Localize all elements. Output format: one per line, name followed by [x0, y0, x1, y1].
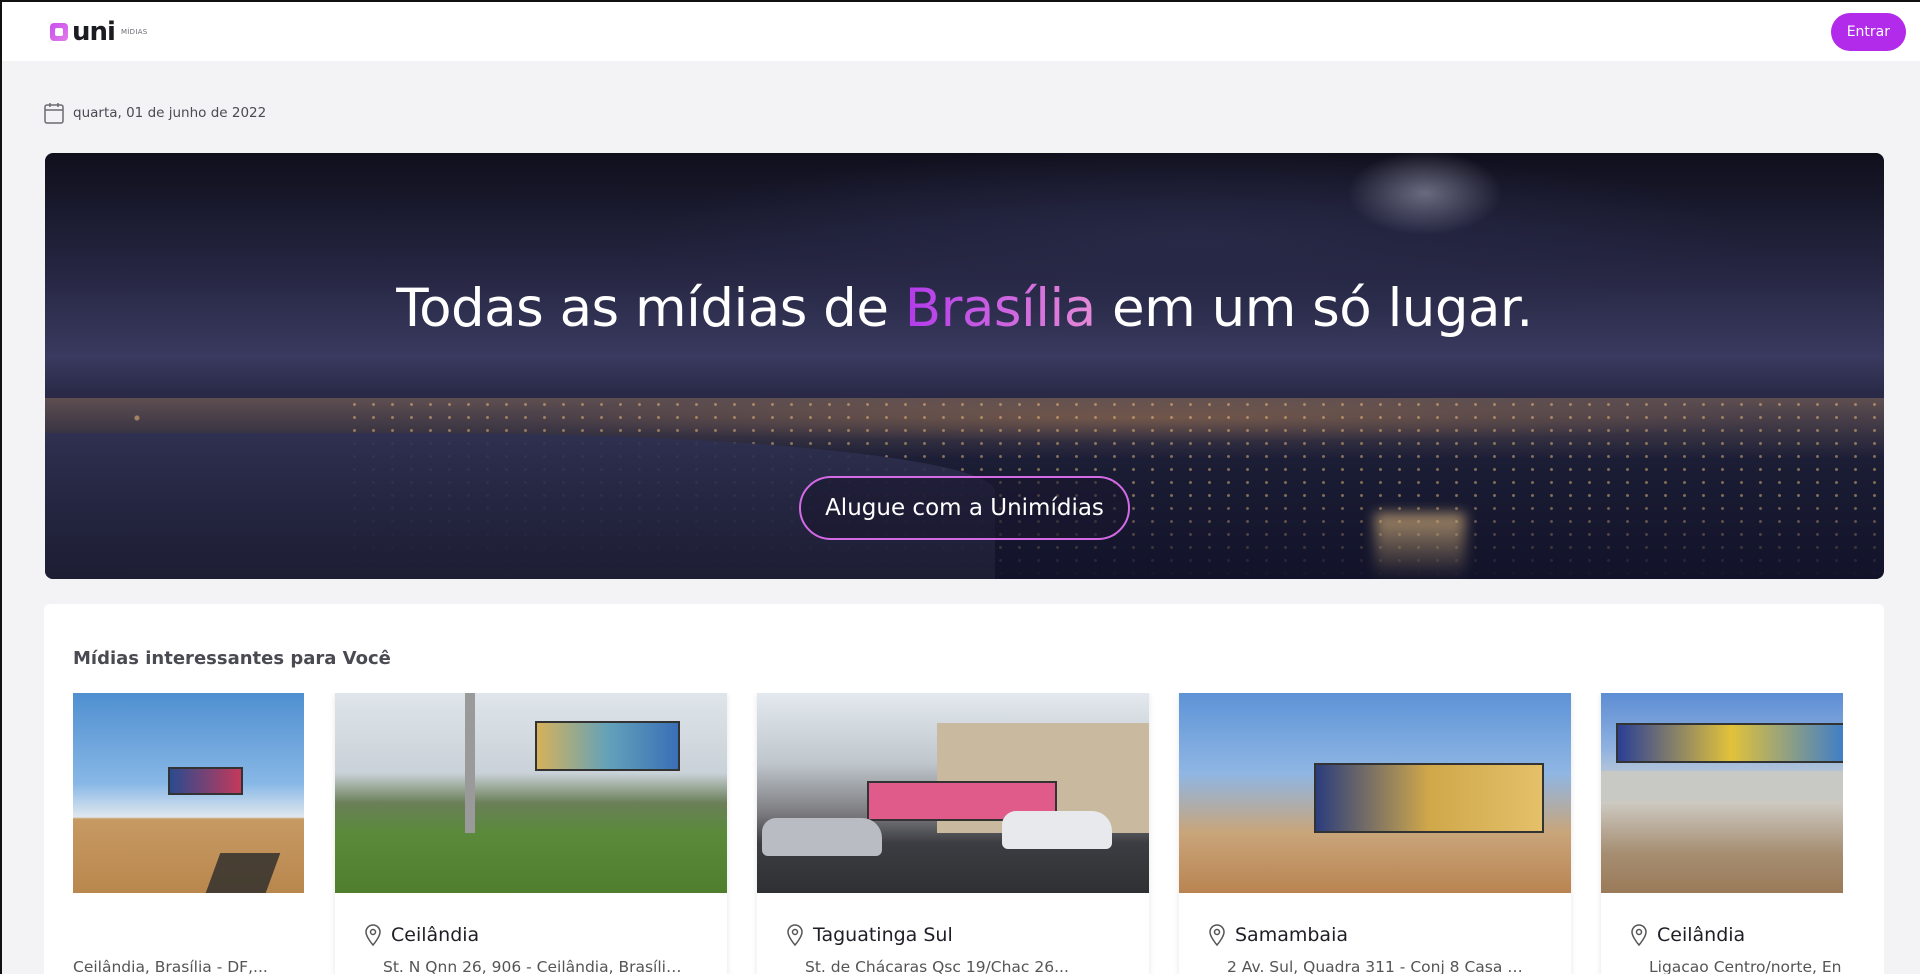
rent-cta-button[interactable]: Alugue com a Unimídias [799, 476, 1130, 540]
map-pin-icon [365, 924, 381, 946]
shadow-shape [205, 853, 281, 893]
media-address: St. N Qnn 26, 906 - Ceilândia, Brasília … [383, 958, 683, 974]
hero-title: Todas as mídias de Brasília em um só lug… [45, 278, 1884, 339]
media-photo [1601, 693, 1843, 893]
media-photo [757, 693, 1149, 893]
billboard-image [535, 721, 680, 771]
logo[interactable]: uni MÍDIAS [50, 19, 148, 45]
logo-text: uni [72, 16, 116, 47]
date-text: quarta, 01 de junho de 2022 [73, 105, 267, 121]
login-button[interactable]: Entrar [1830, 12, 1906, 51]
car [762, 818, 882, 856]
logo-mark-icon [50, 22, 68, 41]
map-pin-icon [1631, 924, 1647, 946]
billboard-image [1314, 763, 1544, 833]
billboard-image [168, 767, 243, 795]
wall [1601, 771, 1843, 801]
calendar-icon [44, 103, 64, 124]
media-city: Samambaia [1235, 924, 1348, 946]
car [1002, 811, 1112, 849]
media-card[interactable]: Samambaia 2 Av. Sul, Quadra 311 - Conj 8… [1179, 693, 1571, 974]
map-pin-icon [1209, 924, 1225, 946]
media-address: St. de Chácaras Qsc 19/Chac 26... [805, 958, 1069, 974]
hero-title-accent: Brasília [904, 278, 1096, 339]
media-photo [73, 693, 304, 893]
hero-title-start: Todas as mídias de [396, 278, 905, 339]
media-city: Ceilândia [391, 924, 480, 946]
section-title: Mídias interessantes para Você [73, 648, 391, 669]
map-pin-icon [787, 924, 803, 946]
media-address: 2 Av. Sul, Quadra 311 - Conj 8 Casa 28..… [1227, 958, 1527, 974]
hero-banner: Todas as mídias de Brasília em um só lug… [45, 153, 1884, 579]
current-date: quarta, 01 de junho de 2022 [44, 102, 266, 124]
media-card[interactable]: Ceilândia, Brasília - DF,... [73, 693, 304, 974]
media-location: Ceilândia [363, 924, 479, 946]
media-photo [1179, 693, 1571, 893]
media-photo [335, 693, 727, 893]
media-card[interactable]: Ceilândia Ligacao Centro/norte, En [1601, 693, 1843, 974]
media-location: Ceilândia [1629, 924, 1745, 946]
media-section: Mídias interessantes para Você Ceilândia… [44, 604, 1884, 974]
hero-reflection [1375, 513, 1465, 579]
media-address: Ligacao Centro/norte, En [1649, 958, 1842, 974]
media-city: Taguatinga Sul [813, 924, 953, 946]
media-carousel[interactable]: Ceilândia, Brasília - DF,... Ceilândia S… [73, 693, 1843, 974]
billboard-image [1616, 723, 1843, 763]
media-card[interactable]: Taguatinga Sul St. de Chácaras Qsc 19/Ch… [757, 693, 1149, 974]
media-location: Taguatinga Sul [785, 924, 953, 946]
page: uni MÍDIAS Entrar quarta, 01 de junho de… [0, 0, 1920, 974]
media-address: Ceilândia, Brasília - DF,... [73, 958, 268, 974]
hero-title-end: em um só lugar. [1095, 278, 1533, 339]
media-location: Samambaia [1207, 924, 1348, 946]
pole [465, 693, 475, 833]
top-bar: uni MÍDIAS Entrar [2, 2, 1920, 61]
media-city: Ceilândia [1657, 924, 1746, 946]
media-card[interactable]: Ceilândia St. N Qnn 26, 906 - Ceilândia,… [335, 693, 727, 974]
logo-subtitle: MÍDIAS [120, 27, 148, 36]
